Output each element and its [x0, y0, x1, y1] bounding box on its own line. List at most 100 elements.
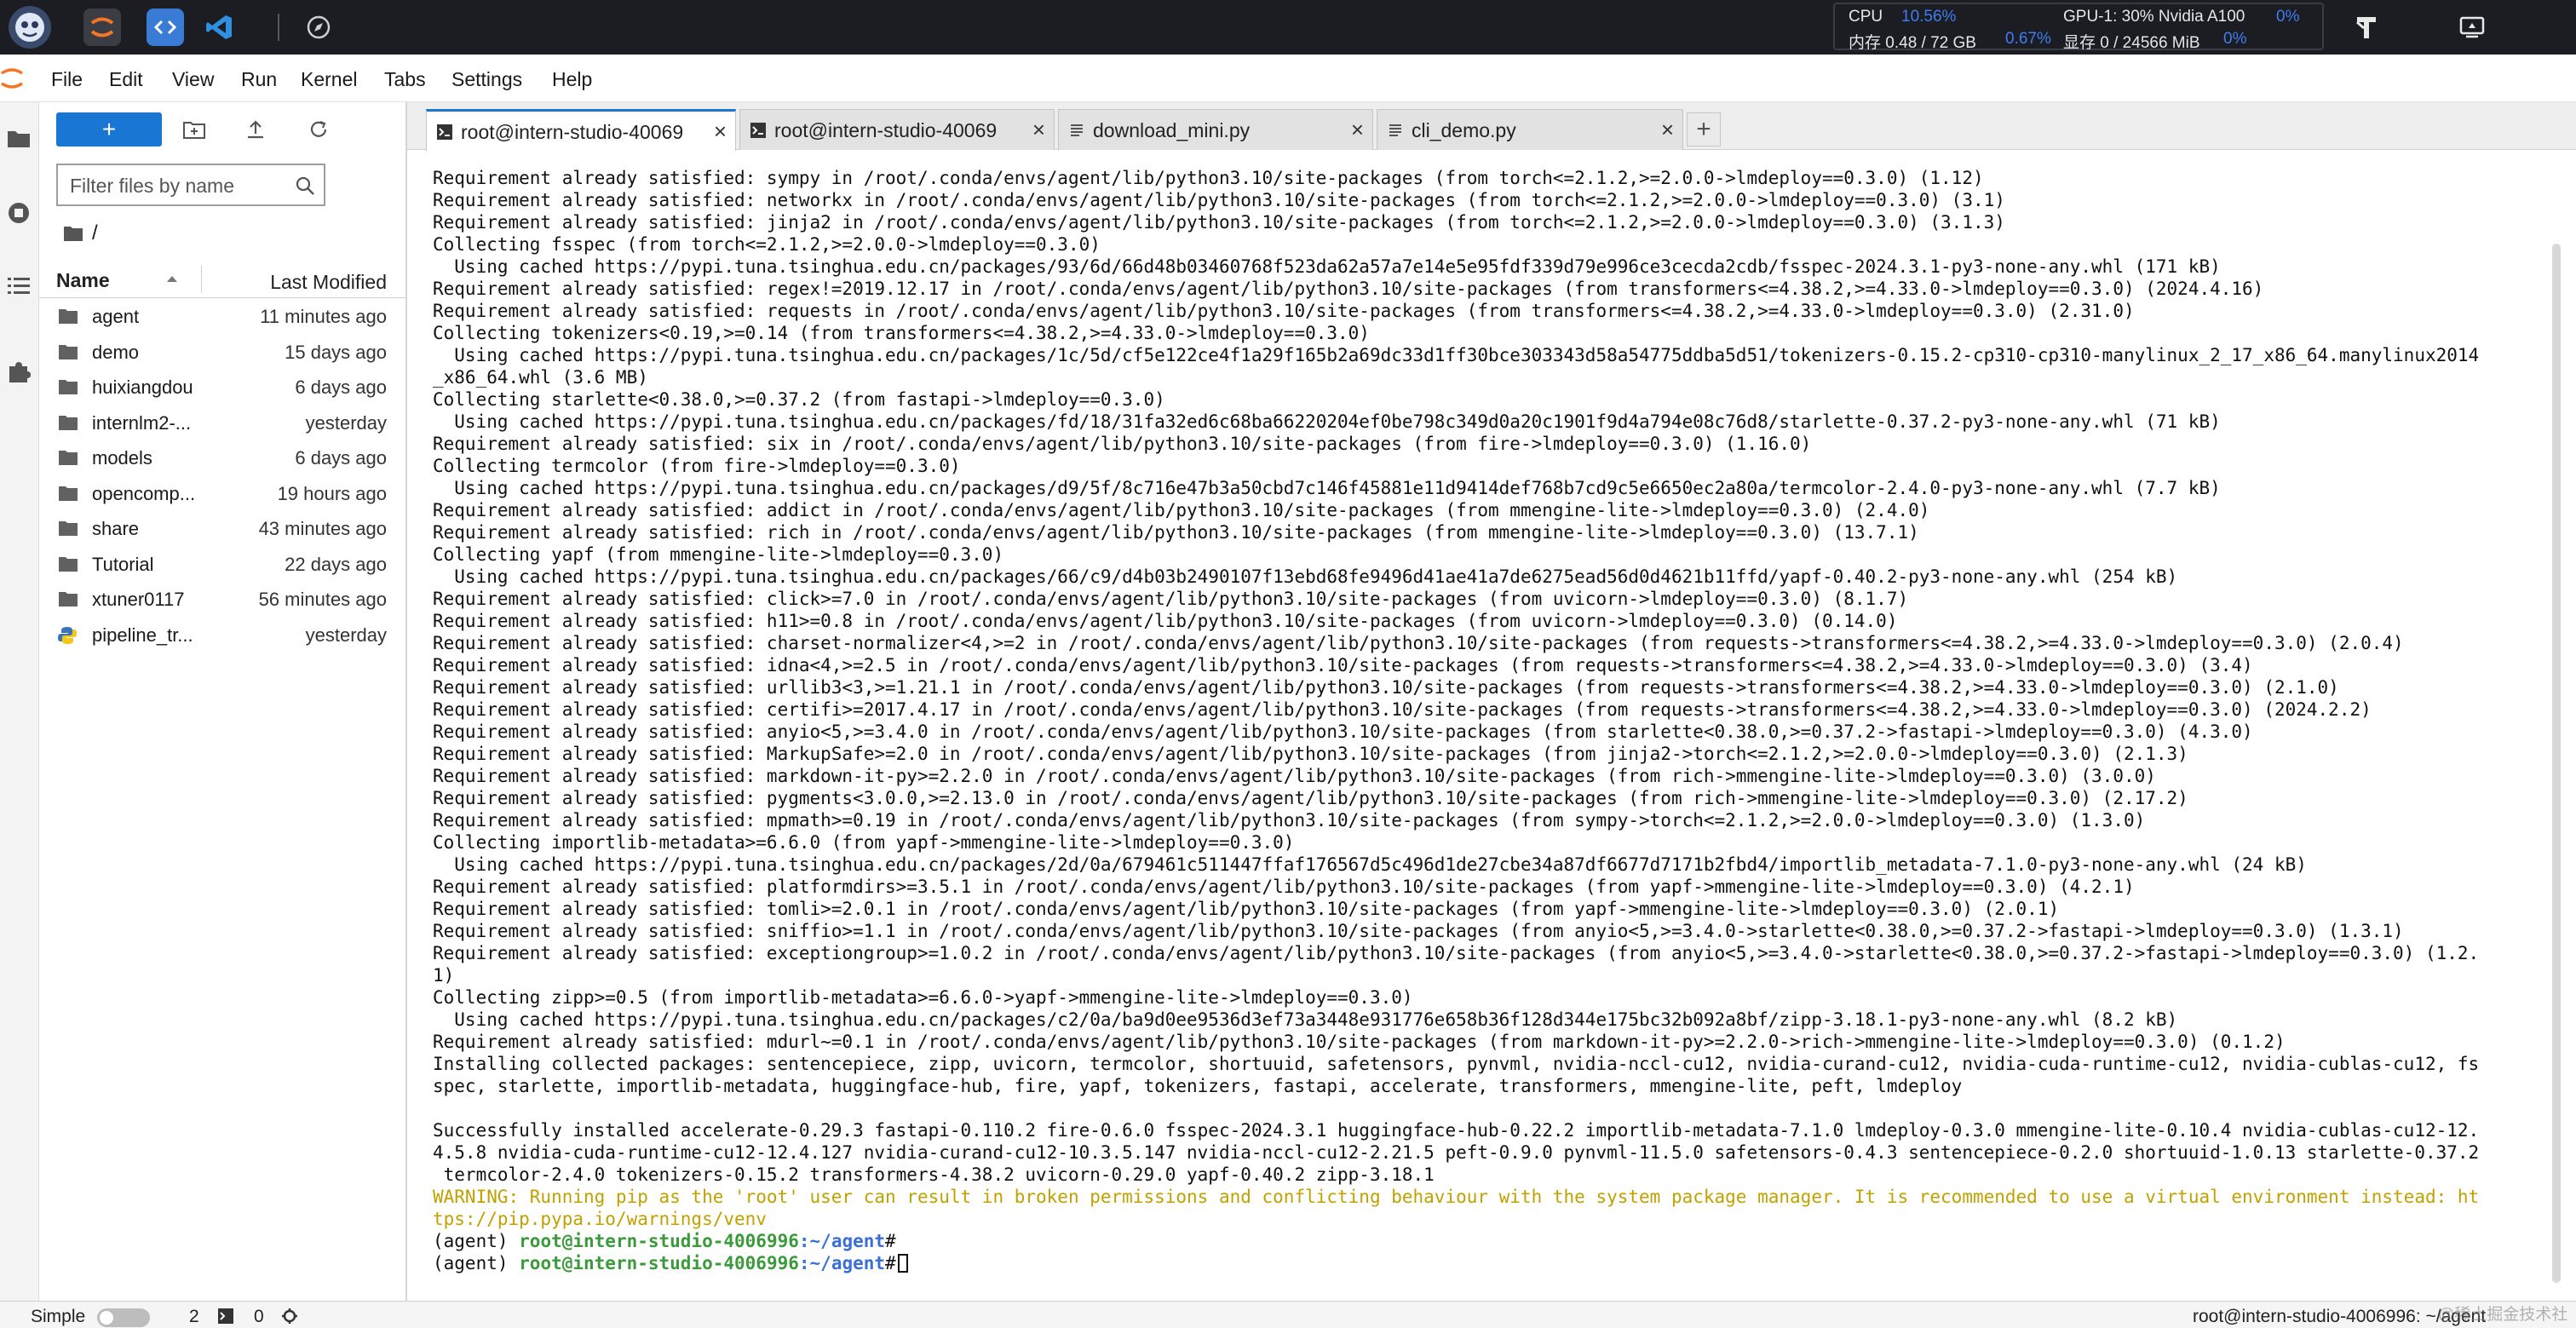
prompt-host: root@intern-studio-4006996	[519, 1253, 799, 1273]
refresh-icon[interactable]	[303, 114, 334, 145]
menu-edit[interactable]: Edit	[109, 68, 143, 91]
kernel-count[interactable]: 0	[254, 1307, 264, 1327]
file-list-item[interactable]: agent 11 minutes ago	[39, 299, 405, 334]
terminal-line: Requirement already satisfied: sniffio>=…	[433, 921, 2404, 941]
menu-file[interactable]: File	[51, 68, 83, 91]
prompt-symbol: #	[885, 1253, 896, 1273]
menu-tabs[interactable]: Tabs	[384, 68, 426, 91]
breadcrumb[interactable]: /	[63, 221, 98, 245]
menu-run[interactable]: Run	[241, 68, 277, 91]
column-modified-header[interactable]: Last Modified	[270, 271, 387, 294]
new-launcher-button[interactable]: +	[56, 112, 162, 147]
file-name: Tutorial	[92, 553, 154, 575]
terminal-line: Requirement already satisfied: addict in…	[433, 500, 1930, 520]
tab-label: root@intern-studio-40069	[461, 121, 684, 143]
file-text-icon	[1388, 123, 1403, 138]
breadcrumb-root[interactable]: /	[92, 221, 98, 245]
terminal-line: Using cached https://pypi.tuna.tsinghua.…	[433, 256, 2221, 277]
running-sessions-icon[interactable]	[2, 196, 36, 230]
extensions-puzzle-icon[interactable]	[2, 354, 36, 388]
code-editor-icon[interactable]	[147, 9, 184, 46]
file-list-item[interactable]: opencomp... 19 hours ago	[39, 476, 405, 511]
table-of-contents-icon[interactable]	[2, 269, 36, 303]
tab-terminal-2[interactable]: root@intern-studio-40069 ×	[739, 109, 1055, 150]
menu-settings[interactable]: Settings	[451, 68, 522, 91]
file-list-item[interactable]: xtuner0117 56 minutes ago	[39, 582, 405, 617]
terminal-count[interactable]: 2	[189, 1307, 199, 1327]
activity-sidebar	[0, 102, 39, 1301]
prompt-env: (agent)	[433, 1231, 520, 1251]
pin-icon[interactable]	[2348, 9, 2385, 46]
kernel-status-icon[interactable]	[281, 1308, 298, 1328]
terminal-line: Using cached https://pypi.tuna.tsinghua.…	[433, 854, 2307, 875]
file-list-item[interactable]: huixiangdou 6 days ago	[39, 370, 405, 405]
terminal-line: Requirement already satisfied: urllib3<3…	[433, 677, 2339, 698]
close-icon[interactable]: ×	[1351, 117, 1364, 143]
memory-value: 0.67%	[2005, 30, 2051, 48]
file-list-item[interactable]: models 6 days ago	[39, 440, 405, 475]
file-list-item[interactable]: internlm2-... yesterday	[39, 405, 405, 440]
new-tab-button[interactable]: +	[1687, 112, 1721, 147]
terminal-panel[interactable]: Requirement already satisfied: sympy in …	[417, 158, 2564, 1296]
file-modified: 22 days ago	[285, 553, 387, 575]
terminal-line: Collecting termcolor (from fire->lmdeplo…	[433, 456, 961, 476]
python-file-icon	[58, 626, 78, 644]
close-icon[interactable]: ×	[1661, 117, 1674, 143]
menu-kernel[interactable]: Kernel	[301, 68, 357, 91]
sort-ascending-icon[interactable]	[167, 276, 177, 282]
file-list-item[interactable]: demo 15 days ago	[39, 335, 405, 370]
terminal-line: Collecting zipp>=0.5 (from importlib-met…	[433, 987, 1413, 1008]
tab-terminal-1[interactable]: root@intern-studio-40069 ×	[426, 109, 736, 151]
terminal-warning-line: tps://pip.pypa.io/warnings/venv	[433, 1209, 767, 1229]
file-name: models	[92, 447, 152, 469]
terminal-prompt-line[interactable]: (agent) root@intern-studio-4006996:~/age…	[433, 1252, 2479, 1274]
close-icon[interactable]: ×	[714, 118, 727, 145]
folder-icon[interactable]	[2, 121, 36, 155]
terminal-line: Requirement already satisfied: certifi>=…	[433, 699, 2372, 720]
terminal-line: Collecting tokenizers<0.19,>=0.14 (from …	[433, 323, 1370, 343]
file-name: huixiangdou	[92, 377, 193, 398]
compass-icon[interactable]	[300, 9, 337, 46]
new-folder-icon[interactable]	[179, 114, 210, 145]
terminal-line: Requirement already satisfied: networkx …	[433, 190, 2005, 210]
tab-cli-demo[interactable]: cli_demo.py ×	[1377, 109, 1683, 150]
tab-download-mini[interactable]: download_mini.py ×	[1058, 109, 1373, 150]
column-name-header[interactable]: Name	[56, 269, 110, 292]
screen-share-icon[interactable]	[2453, 9, 2491, 46]
folder-icon	[58, 308, 78, 325]
mascot-avatar-icon[interactable]	[9, 6, 51, 49]
file-list-item[interactable]: pipeline_tr... yesterday	[39, 618, 405, 653]
terminal-scrollbar[interactable]	[2552, 244, 2561, 1283]
file-list-item[interactable]: share 43 minutes ago	[39, 511, 405, 546]
file-filter-box[interactable]	[56, 164, 325, 206]
terminal-output[interactable]: Requirement already satisfied: sympy in …	[433, 167, 2479, 1274]
simple-mode-toggle[interactable]	[97, 1308, 150, 1327]
file-modified: yesterday	[305, 624, 387, 646]
menu-view[interactable]: View	[172, 68, 214, 91]
terminal-line: Using cached https://pypi.tuna.tsinghua.…	[433, 1009, 2178, 1030]
file-name: internlm2-...	[92, 411, 192, 434]
file-filter-input[interactable]	[70, 174, 283, 198]
toolbar-divider	[278, 14, 279, 41]
terminal-line: Successfully installed accelerate-0.29.3…	[433, 1120, 2480, 1141]
terminal-cursor	[897, 1254, 908, 1273]
close-icon[interactable]: ×	[1032, 117, 1045, 143]
vscode-icon[interactable]	[201, 9, 239, 46]
menu-help[interactable]: Help	[552, 68, 592, 91]
terminal-line: Requirement already satisfied: platformd…	[433, 877, 2135, 897]
terminal-line: Collecting fsspec (from torch<=2.1.2,>=2…	[433, 234, 1101, 255]
terminal-line: Requirement already satisfied: pygments<…	[433, 788, 2188, 808]
file-list-item[interactable]: Tutorial 22 days ago	[39, 547, 405, 582]
upload-icon[interactable]	[240, 114, 271, 145]
file-modified: 15 days ago	[285, 341, 387, 363]
terminal-line: termcolor-2.4.0 tokenizers-0.15.2 transf…	[433, 1164, 1435, 1185]
jupyter-app-icon[interactable]	[83, 9, 121, 46]
terminal-line: Requirement already satisfied: click>=7.…	[433, 589, 1909, 609]
terminal-status-icon[interactable]	[218, 1308, 233, 1328]
terminal-line: Collecting starlette<0.38.0,>=0.37.2 (fr…	[433, 389, 1165, 410]
file-name: agent	[92, 306, 140, 327]
column-divider[interactable]	[201, 266, 202, 293]
tab-label: cli_demo.py	[1412, 119, 1516, 141]
file-name: pipeline_tr...	[92, 624, 193, 646]
file-modified: 43 minutes ago	[258, 518, 387, 539]
